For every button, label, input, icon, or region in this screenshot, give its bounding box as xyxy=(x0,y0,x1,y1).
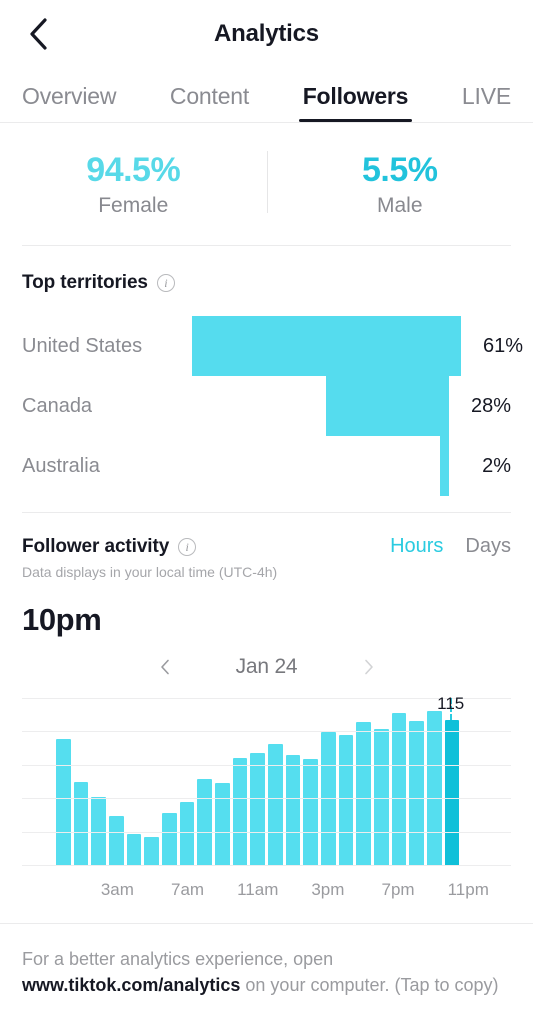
peak-value-label: 115 xyxy=(437,694,464,714)
current-date-label: Jan 24 xyxy=(182,655,352,679)
chart-x-tick: 3am xyxy=(101,880,134,900)
territory-bar xyxy=(440,436,449,496)
territory-name: Australia xyxy=(22,455,192,478)
territory-bar-track xyxy=(192,316,461,376)
chart-bar[interactable] xyxy=(197,779,212,866)
footer-line-1: For a better analytics experience, open xyxy=(22,949,333,969)
territory-percent: 61% xyxy=(461,335,523,358)
gender-female: 94.5% Female xyxy=(0,151,267,218)
male-percent: 5.5% xyxy=(362,151,438,190)
chart-bar[interactable] xyxy=(321,732,336,866)
info-circle-icon[interactable]: i xyxy=(157,274,175,292)
territories-chart: United States 61% Canada 28% Australia 2… xyxy=(0,294,533,512)
chart-x-tick: 11am xyxy=(237,880,278,900)
chart-bar[interactable] xyxy=(109,816,124,866)
follower-activity-chart: 3am7am11am3pm7pm11pm 115 xyxy=(22,698,511,898)
female-percent: 94.5% xyxy=(86,151,180,190)
table-row: United States 61% xyxy=(22,316,511,376)
back-button[interactable] xyxy=(18,14,58,54)
chart-x-tick: 11pm xyxy=(448,880,489,900)
chart-bar[interactable] xyxy=(162,813,177,866)
activity-header: Follower activity i Hours Days xyxy=(0,513,533,558)
territory-name: Canada xyxy=(22,395,192,418)
chart-bar[interactable] xyxy=(445,720,460,866)
chart-x-tick: 7am xyxy=(171,880,204,900)
territory-bar-track xyxy=(192,376,449,436)
chevron-left-icon xyxy=(160,659,170,675)
chart-plot-area xyxy=(22,698,511,866)
chart-gridline xyxy=(22,765,511,766)
chart-bar[interactable] xyxy=(180,802,195,866)
chart-bar[interactable] xyxy=(339,735,354,866)
tab-content[interactable]: Content xyxy=(170,83,249,122)
territory-percent: 28% xyxy=(449,395,511,418)
footer-message: For a better analytics experience, open … xyxy=(0,924,533,1024)
chevron-right-icon xyxy=(364,659,374,675)
segment-days[interactable]: Days xyxy=(443,535,511,558)
female-label: Female xyxy=(98,194,168,218)
territory-name: United States xyxy=(22,335,192,358)
bar-series xyxy=(56,698,477,866)
table-row: Australia 2% xyxy=(22,436,511,496)
territories-title: Top territories xyxy=(22,272,148,294)
chart-bar[interactable] xyxy=(356,722,371,866)
chart-bar[interactable] xyxy=(74,782,89,866)
prev-date-button[interactable] xyxy=(148,652,182,682)
chart-bar[interactable] xyxy=(303,759,318,866)
chart-gridline xyxy=(22,832,511,833)
activity-title: Follower activity xyxy=(22,536,169,558)
territory-percent: 2% xyxy=(449,455,511,478)
chart-x-tick: 3pm xyxy=(311,880,344,900)
chart-x-tick: 7pm xyxy=(382,880,415,900)
chart-bar[interactable] xyxy=(392,713,407,866)
chart-bar[interactable] xyxy=(144,837,159,866)
chart-gridline xyxy=(22,731,511,732)
chart-gridline xyxy=(22,865,511,866)
territory-bar-track xyxy=(192,436,449,496)
male-label: Male xyxy=(377,194,423,218)
activity-subtitle: Data displays in your local time (UTC-4h… xyxy=(0,558,533,580)
gender-divider xyxy=(267,151,268,213)
chart-bar[interactable] xyxy=(268,744,283,866)
table-row: Canada 28% xyxy=(22,376,511,436)
chart-x-axis: 3am7am11am3pm7pm11pm xyxy=(56,876,477,902)
chart-bar[interactable] xyxy=(56,739,71,866)
peak-time-value: 10pm xyxy=(0,580,533,638)
chart-bar[interactable] xyxy=(250,753,265,866)
chart-gridline xyxy=(22,798,511,799)
page-title: Analytics xyxy=(214,20,319,48)
territory-bar xyxy=(192,316,461,376)
chevron-left-icon xyxy=(27,17,49,51)
app-header: Analytics xyxy=(0,0,533,68)
next-date-button[interactable] xyxy=(352,652,386,682)
analytics-url-link[interactable]: www.tiktok.com/analytics xyxy=(22,975,240,995)
chart-bar[interactable] xyxy=(427,711,442,866)
territory-bar xyxy=(326,376,449,436)
date-navigator: Jan 24 xyxy=(0,638,533,686)
tab-followers[interactable]: Followers xyxy=(303,83,409,122)
tab-bar: Overview Content Followers LIVE xyxy=(0,68,533,122)
chart-bar[interactable] xyxy=(215,783,230,866)
footer-line-2: on your computer. (Tap to copy) xyxy=(240,975,498,995)
territories-header: Top territories i xyxy=(0,246,533,294)
info-circle-icon[interactable]: i xyxy=(178,538,196,556)
chart-bar[interactable] xyxy=(127,834,142,866)
tab-overview[interactable]: Overview xyxy=(22,83,116,122)
footer: For a better analytics experience, open … xyxy=(0,923,533,1024)
chart-bar[interactable] xyxy=(409,721,424,866)
chart-bar[interactable] xyxy=(286,755,301,866)
segment-hours[interactable]: Hours xyxy=(368,535,443,558)
analytics-screen: Analytics Overview Content Followers LIV… xyxy=(0,0,533,1024)
gender-breakdown: 94.5% Female 5.5% Male xyxy=(0,123,533,245)
tab-live[interactable]: LIVE xyxy=(462,83,511,122)
gender-male: 5.5% Male xyxy=(267,151,533,218)
chart-bar[interactable] xyxy=(233,758,248,866)
